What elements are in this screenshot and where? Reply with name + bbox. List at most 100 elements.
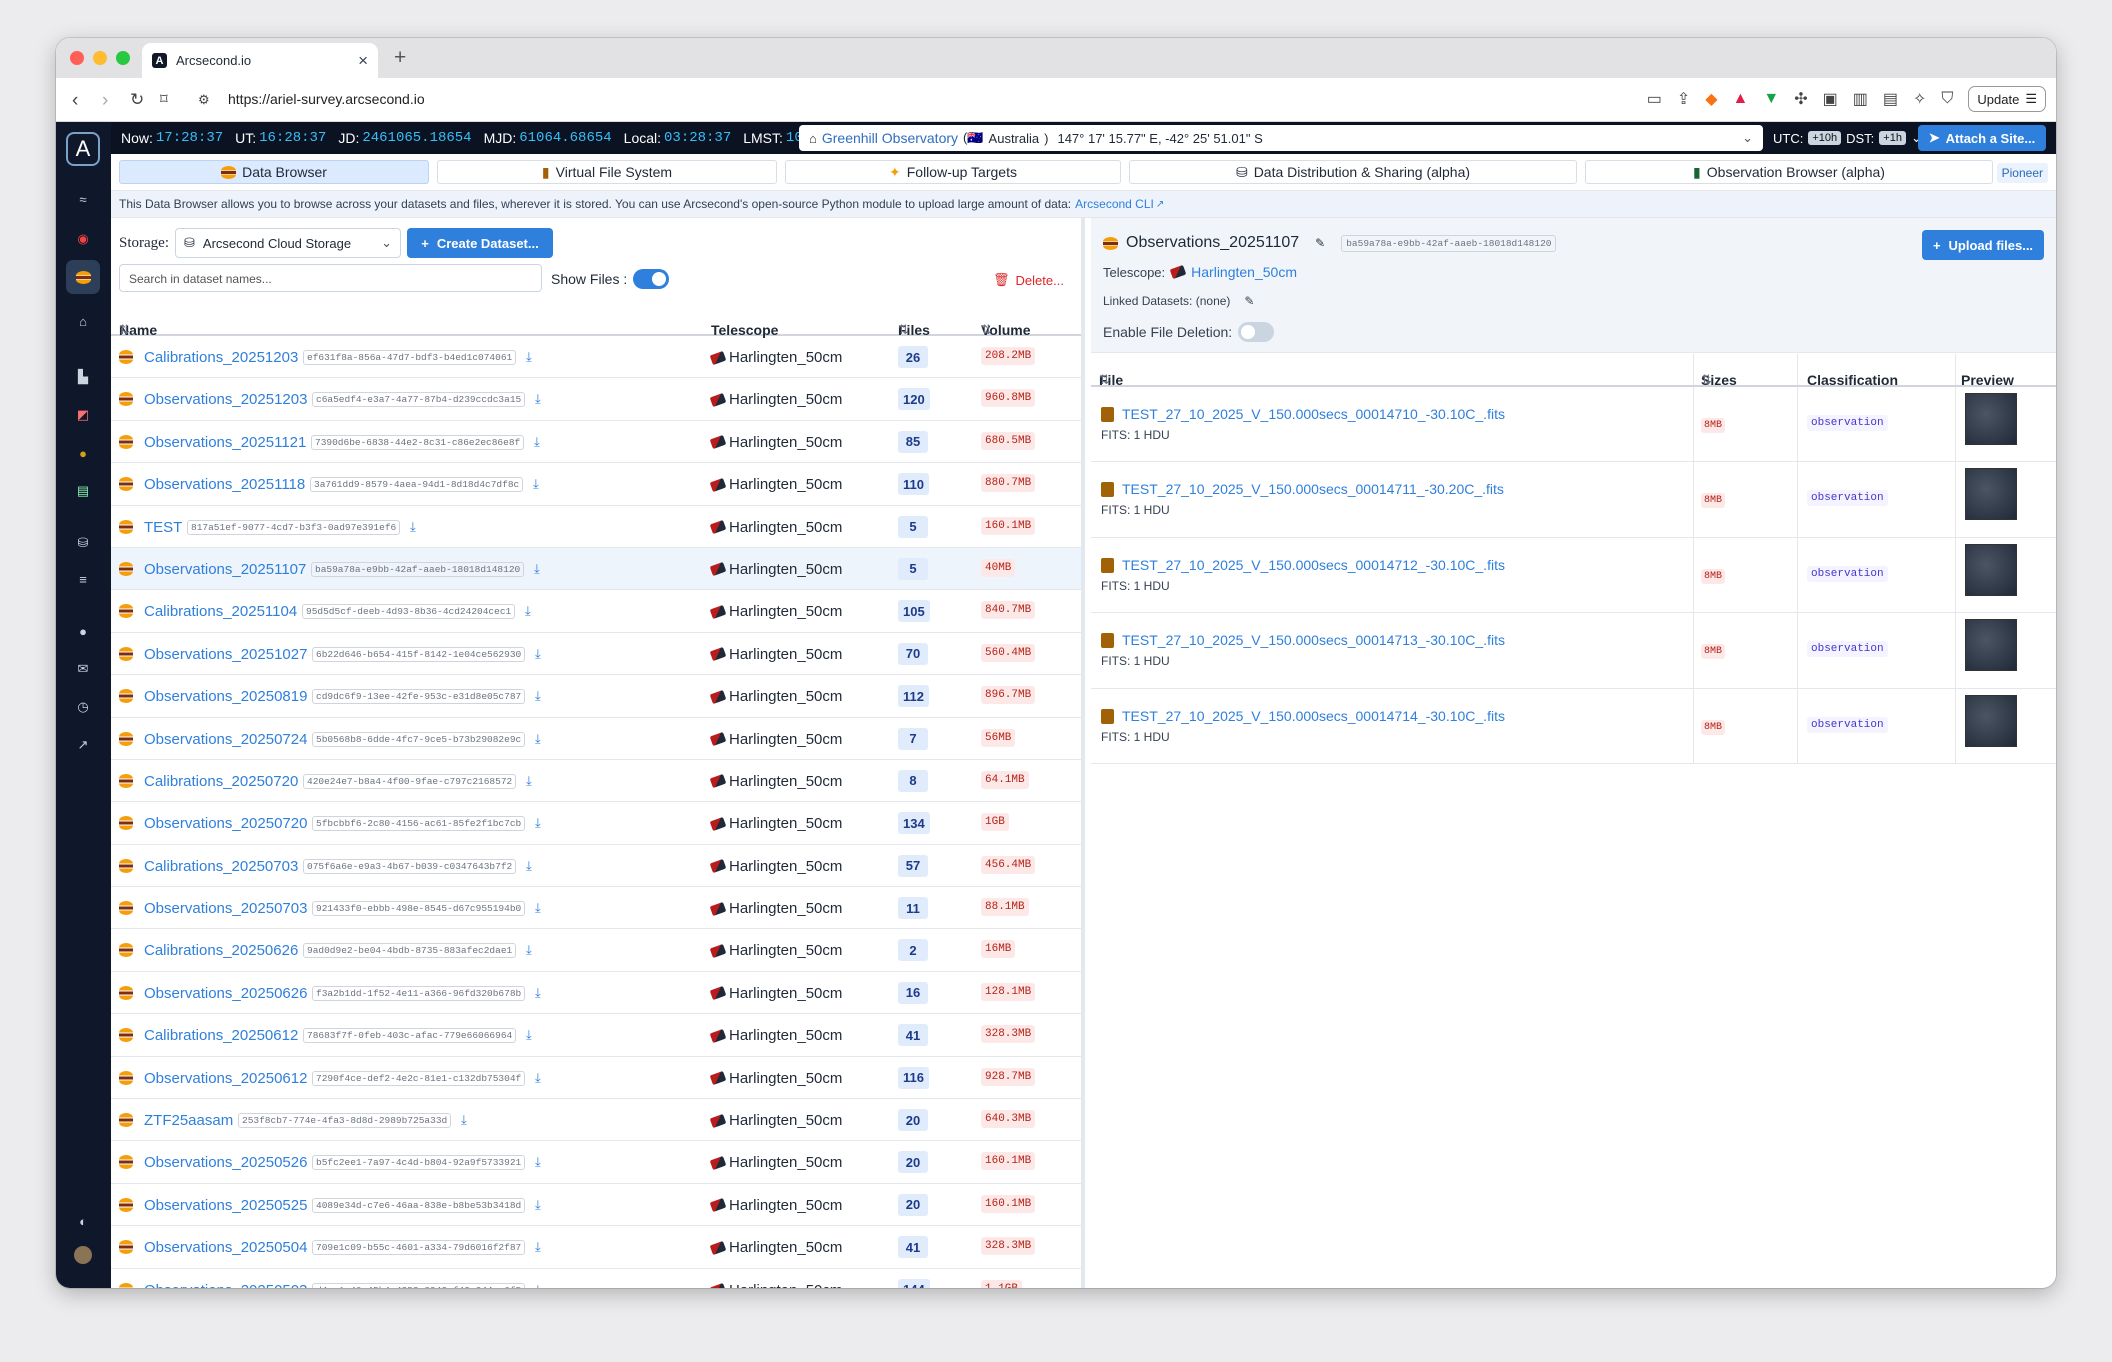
preview-thumbnail[interactable]: [1965, 694, 2017, 747]
update-button[interactable]: Update ☰: [1968, 86, 2046, 112]
table-row[interactable]: Calibrations_20251104 95d5d5cf-deeb-4d93-…: [111, 590, 1081, 633]
record-icon[interactable]: ◉: [74, 230, 92, 248]
dataset-name-link[interactable]: Calibrations_20251203: [144, 349, 298, 366]
calendar-icon[interactable]: ◩: [74, 406, 92, 424]
mail-icon[interactable]: ✉: [74, 660, 92, 678]
table-row[interactable]: Observations_20251107 ba59a78a-e9bb-42af-…: [111, 547, 1081, 591]
arcsecond-cli-link[interactable]: Arcsecond CLI: [1075, 197, 1154, 211]
close-tab-icon[interactable]: ×: [358, 51, 368, 71]
browser-tab[interactable]: A Arcsecond.io ×: [142, 43, 378, 78]
dataset-name-link[interactable]: Calibrations_20250612: [144, 1027, 298, 1044]
table-row[interactable]: Observations_20250724 5b0568b8-6dde-4fc7-…: [111, 718, 1081, 760]
dataset-name-link[interactable]: Calibrations_20250720: [144, 773, 298, 790]
delete-button[interactable]: 🗑 Delete...: [993, 272, 1064, 288]
create-dataset-button[interactable]: + Create Dataset...: [407, 228, 553, 258]
file-name-link[interactable]: TEST_27_10_2025_V_150.000secs_00014712_-…: [1122, 557, 1505, 573]
download-icon[interactable]: ⤓: [535, 391, 541, 407]
dataset-name-link[interactable]: Observations_20251118: [144, 476, 305, 493]
new-tab-button[interactable]: +: [394, 46, 406, 70]
download-icon[interactable]: ⤓: [525, 603, 531, 619]
preview-thumbnail[interactable]: [1965, 468, 2017, 521]
download-icon[interactable]: ⤓: [535, 815, 541, 831]
download-icon[interactable]: ⤓: [535, 985, 541, 1001]
table-row[interactable]: Observations_20251121 7390d6be-6838-44e2-…: [111, 421, 1081, 464]
table-row[interactable]: Observations_20251118 3a761dd9-8579-4aea-…: [111, 463, 1081, 506]
download-icon[interactable]: ⤓: [526, 773, 532, 789]
dataset-name-link[interactable]: Observations_20251107: [144, 561, 306, 578]
clock-icon[interactable]: ◷: [74, 698, 92, 716]
moon-icon[interactable]: ●: [74, 444, 92, 462]
edit-icon[interactable]: ✎: [1315, 236, 1325, 250]
forward-icon[interactable]: ›: [102, 90, 108, 112]
storage-icon[interactable]: ⛁: [74, 534, 92, 552]
table-row[interactable]: Observations_20251027 6b22d646-b654-415f-…: [111, 633, 1081, 676]
tab-virtual-file-system[interactable]: ▮ Virtual File System: [437, 160, 777, 184]
download-icon[interactable]: ⤓: [535, 1239, 541, 1255]
close-window-button[interactable]: [70, 51, 84, 65]
table-row[interactable]: Observations_20250504 709e1c09-b55c-4601-…: [111, 1226, 1081, 1269]
avatar[interactable]: [74, 1246, 92, 1264]
url-field[interactable]: https://ariel-survey.arcsecond.io: [228, 91, 425, 107]
dataset-name-link[interactable]: Observations_20250819: [144, 688, 307, 705]
tab-follow-up-targets[interactable]: ✦ Follow-up Targets: [785, 160, 1121, 184]
file-row[interactable]: TEST_27_10_2025_V_150.000secs_00014714_-…: [1091, 688, 2056, 764]
site-settings-icon[interactable]: ⚙: [198, 92, 210, 108]
table-row[interactable]: Observations_20250612 7290f4ce-def2-4e2c-…: [111, 1057, 1081, 1100]
preview-thumbnail[interactable]: [1965, 393, 2017, 445]
dataset-name-link[interactable]: Observations_20250724: [144, 731, 307, 748]
table-row[interactable]: Calibrations_20250626 9ad0d9e2-be04-4bdb-…: [111, 929, 1081, 972]
download-icon[interactable]: ⤓: [461, 1112, 467, 1128]
download-icon[interactable]: ⤓: [534, 434, 540, 450]
download-icon[interactable]: ⤓: [535, 1070, 541, 1086]
file-row[interactable]: TEST_27_10_2025_V_150.000secs_00014713_-…: [1091, 613, 2056, 689]
wallet-icon[interactable]: ▤: [1883, 89, 1898, 109]
table-row[interactable]: Observations_20251203 c6a5edf4-e3a7-4a77-…: [111, 378, 1081, 421]
maximize-window-button[interactable]: [116, 51, 130, 65]
table-row[interactable]: TEST 817a51ef-9077-4cd7-b3f3-0ad97e391ef6…: [111, 506, 1081, 548]
download-icon[interactable]: ⤓: [526, 942, 532, 958]
minimize-window-button[interactable]: [93, 51, 107, 65]
dataset-name-link[interactable]: Observations_20250503: [144, 1282, 307, 1288]
table-row[interactable]: Observations_20250626 f3a2b1dd-1f52-4e11-…: [111, 972, 1081, 1015]
dataset-name-link[interactable]: Observations_20251203: [144, 391, 307, 408]
file-row[interactable]: TEST_27_10_2025_V_150.000secs_00014711_-…: [1091, 462, 2056, 538]
download-icon[interactable]: ⤓: [535, 900, 541, 916]
table-row[interactable]: Calibrations_20251203 ef631f8a-856a-47d7-…: [111, 336, 1081, 379]
download-icon[interactable]: ⤓: [535, 646, 541, 662]
chart-icon[interactable]: ↗: [74, 736, 92, 754]
download-icon[interactable]: ⤓: [534, 561, 540, 577]
download-icon[interactable]: ⤓: [526, 349, 532, 365]
download-icon[interactable]: ⤓: [535, 1197, 541, 1213]
file-name-link[interactable]: TEST_27_10_2025_V_150.000secs_00014710_-…: [1122, 406, 1505, 422]
observatory-selector[interactable]: ⌂ Greenhill Observatory (🇦🇺 Australia) 1…: [799, 125, 1763, 151]
telescope-icon[interactable]: ≈: [74, 190, 92, 208]
file-name-link[interactable]: TEST_27_10_2025_V_150.000secs_00014714_-…: [1122, 708, 1505, 724]
table-row[interactable]: Observations_20250503 d4ea1a40-45b4-4353-…: [111, 1269, 1081, 1288]
file-name-link[interactable]: TEST_27_10_2025_V_150.000secs_00014713_-…: [1122, 632, 1505, 648]
share-icon[interactable]: ⇪: [1677, 89, 1690, 109]
preview-thumbnail[interactable]: [1965, 543, 2017, 596]
attach-site-button[interactable]: ➤ Attach a Site...: [1918, 125, 2046, 151]
sidebar-toggle-icon[interactable]: ▥: [1853, 89, 1868, 109]
table-row[interactable]: Calibrations_20250612 78683f7f-0feb-403c-…: [111, 1014, 1081, 1057]
file-row[interactable]: TEST_27_10_2025_V_150.000secs_00014712_-…: [1091, 537, 2056, 614]
dataset-name-link[interactable]: Observations_20250703: [144, 900, 307, 917]
folder-icon[interactable]: ▤: [74, 482, 92, 500]
dataset-name-link[interactable]: TEST: [144, 519, 182, 536]
preview-thumbnail[interactable]: [1965, 619, 2017, 672]
dataset-name-link[interactable]: Observations_20251027: [144, 646, 307, 663]
reload-icon[interactable]: ↻: [130, 90, 144, 110]
download-icon[interactable]: ⤓: [526, 1027, 532, 1043]
download-icon[interactable]: ⤓: [526, 858, 532, 874]
leo-ai-icon[interactable]: ✧: [1913, 89, 1926, 109]
table-row[interactable]: Observations_20250525 4089e34d-c7e6-46aa-…: [111, 1184, 1081, 1227]
dataset-name-link[interactable]: Observations_20250720: [144, 815, 307, 832]
dataset-name-link[interactable]: Observations_20251121: [144, 434, 306, 451]
dataset-name-link[interactable]: Calibrations_20250626: [144, 942, 298, 959]
back-icon[interactable]: ‹: [72, 90, 78, 112]
table-row[interactable]: ZTF25aasam 253f8cb7-774e-4fa3-8d8d-2989b7…: [111, 1099, 1081, 1142]
download-icon[interactable]: ⤓: [535, 731, 541, 747]
dataset-name-link[interactable]: ZTF25aasam: [144, 1112, 233, 1129]
dataset-search-input[interactable]: Search in dataset names...: [119, 264, 542, 292]
dataset-name-link[interactable]: Calibrations_20251104: [144, 603, 297, 620]
